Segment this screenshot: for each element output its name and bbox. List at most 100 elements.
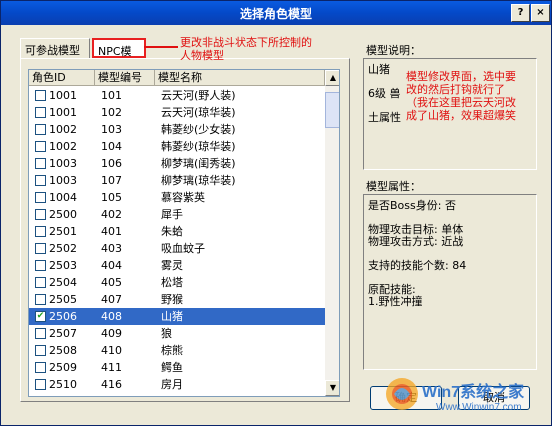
scroll-up-button[interactable]: ▲ bbox=[325, 70, 339, 86]
table-row[interactable]: 2505 407 野猴 bbox=[29, 291, 325, 308]
role-id-cell: 1002 bbox=[49, 140, 77, 153]
row-checkbox[interactable] bbox=[35, 175, 46, 186]
table-row[interactable]: 2510 416 房月 bbox=[29, 376, 325, 393]
table-row[interactable]: 2501 401 朱蛤 bbox=[29, 223, 325, 240]
tab-npc-models[interactable]: NPC模型 bbox=[92, 38, 146, 74]
annotation-right-line: 模型修改界面，选中要 bbox=[406, 70, 516, 83]
row-checkbox[interactable] bbox=[35, 90, 46, 101]
role-id-cell: 2501 bbox=[49, 225, 77, 238]
model-number-cell: 407 bbox=[101, 293, 122, 306]
header-model-number[interactable]: 模型编号 bbox=[95, 70, 155, 86]
model-name-cell: 鳄鱼 bbox=[161, 361, 183, 374]
annotation-right: 模型修改界面，选中要 改的然后打钩就行了 （我在这里把云天河改 成了山猪，效果超… bbox=[406, 70, 516, 122]
row-checkbox[interactable] bbox=[35, 260, 46, 271]
model-number-cell: 410 bbox=[101, 344, 122, 357]
model-name-cell: 慕容紫英 bbox=[161, 191, 205, 204]
table-row[interactable]: 2504 405 松塔 bbox=[29, 274, 325, 291]
row-checkbox[interactable]: ✔ bbox=[35, 311, 46, 322]
table-row[interactable]: 1002 104 韩菱纱(琼华装) bbox=[29, 138, 325, 155]
role-id-cell: 2508 bbox=[49, 344, 77, 357]
watermark-url: Www.Winwin7.com bbox=[436, 402, 522, 413]
table-row[interactable]: 2500 402 犀手 bbox=[29, 206, 325, 223]
model-name-cell: 棕熊 bbox=[161, 344, 183, 357]
description-label: 模型说明： bbox=[366, 44, 421, 57]
vertical-scrollbar[interactable]: ▲ ▼ bbox=[325, 70, 339, 396]
model-name-cell: 吸血蚊子 bbox=[161, 242, 205, 255]
model-number-cell: 411 bbox=[101, 361, 122, 374]
role-id-cell: 2506 bbox=[49, 310, 77, 323]
model-name-cell: 山猪 bbox=[161, 310, 183, 323]
watermark-brand: Win7系统之家 bbox=[422, 384, 525, 401]
scroll-thumb[interactable] bbox=[325, 92, 339, 128]
row-checkbox[interactable] bbox=[35, 328, 46, 339]
header-role-id[interactable]: 角色ID bbox=[29, 70, 95, 86]
tab-playable-models[interactable]: 可参战模型 bbox=[20, 38, 90, 58]
annotation-arrow bbox=[144, 46, 178, 48]
model-list[interactable]: 角色ID 模型编号 模型名称 1001 101 云天河(野人装) 1001 102 云天河… bbox=[28, 69, 340, 397]
window-title: 选择角色模型 bbox=[239, 7, 312, 21]
model-name-cell: 韩菱纱(琼华装) bbox=[161, 140, 236, 153]
annotation-right-line: （我在这里把云天河改 bbox=[406, 96, 516, 109]
annotation-top: 更改非战斗状态下所控制的 人物模型 bbox=[180, 36, 312, 62]
role-id-cell: 2510 bbox=[49, 378, 77, 391]
role-id-cell: 2505 bbox=[49, 293, 77, 306]
row-checkbox[interactable] bbox=[35, 141, 46, 152]
title-bar[interactable]: 选择角色模型 ? × bbox=[1, 1, 551, 25]
attribute-line: 是否Boss身份: 否 bbox=[368, 199, 456, 212]
table-row[interactable]: 1004 105 慕容紫英 bbox=[29, 189, 325, 206]
model-number-cell: 403 bbox=[101, 242, 122, 255]
row-checkbox[interactable] bbox=[35, 294, 46, 305]
role-id-cell: 2509 bbox=[49, 361, 77, 374]
row-checkbox[interactable] bbox=[35, 107, 46, 118]
table-row[interactable]: 2509 411 鳄鱼 bbox=[29, 359, 325, 376]
attribute-line: 1.野性冲撞 bbox=[368, 295, 423, 308]
model-number-cell: 106 bbox=[101, 157, 122, 170]
table-row[interactable]: 2502 403 吸血蚊子 bbox=[29, 240, 325, 257]
table-row[interactable]: 1001 101 云天河(野人装) bbox=[29, 87, 325, 104]
row-checkbox[interactable] bbox=[35, 158, 46, 169]
table-row[interactable]: 2508 410 棕熊 bbox=[29, 342, 325, 359]
role-id-cell: 1001 bbox=[49, 106, 77, 119]
help-button[interactable]: ? bbox=[511, 4, 530, 22]
table-row[interactable]: 1003 106 柳梦璃(闺秀装) bbox=[29, 155, 325, 172]
row-checkbox[interactable] bbox=[35, 379, 46, 390]
row-checkbox[interactable] bbox=[35, 209, 46, 220]
table-row[interactable]: 2503 404 雾灵 bbox=[29, 257, 325, 274]
table-row[interactable]: 1003 107 柳梦璃(琼华装) bbox=[29, 172, 325, 189]
model-number-cell: 402 bbox=[101, 208, 122, 221]
role-id-cell: 1003 bbox=[49, 157, 77, 170]
model-name-cell: 松塔 bbox=[161, 276, 183, 289]
model-name-cell: 柳梦璃(琼华装) bbox=[161, 174, 236, 187]
row-checkbox[interactable] bbox=[35, 345, 46, 356]
role-id-cell: 1004 bbox=[49, 191, 77, 204]
header-model-name[interactable]: 模型名称 bbox=[155, 70, 325, 86]
model-name-cell: 柳梦璃(闺秀装) bbox=[161, 157, 236, 170]
description-line: 土属性 bbox=[368, 111, 401, 124]
attributes-label: 模型属性： bbox=[366, 180, 421, 193]
model-name-cell: 韩菱纱(少女装) bbox=[161, 123, 236, 136]
description-line: 山猪 bbox=[368, 63, 390, 76]
table-row[interactable]: 2507 409 狼 bbox=[29, 325, 325, 342]
model-number-cell: 103 bbox=[101, 123, 122, 136]
row-checkbox[interactable] bbox=[35, 124, 46, 135]
scroll-down-button[interactable]: ▼ bbox=[325, 380, 339, 396]
row-checkbox[interactable] bbox=[35, 192, 46, 203]
role-id-cell: 2504 bbox=[49, 276, 77, 289]
close-button[interactable]: × bbox=[531, 4, 550, 22]
attribute-line: 支持的技能个数: 84 bbox=[368, 259, 467, 272]
model-number-cell: 105 bbox=[101, 191, 122, 204]
row-checkbox[interactable] bbox=[35, 226, 46, 237]
table-row[interactable]: ✔ 2506 408 山猪 bbox=[29, 308, 325, 325]
model-name-cell: 云天河(琼华装) bbox=[161, 106, 236, 119]
table-row[interactable]: 1002 103 韩菱纱(少女装) bbox=[29, 121, 325, 138]
model-number-cell: 408 bbox=[101, 310, 122, 323]
table-row[interactable]: 1001 102 云天河(琼华装) bbox=[29, 104, 325, 121]
model-name-cell: 朱蛤 bbox=[161, 225, 183, 238]
annotation-right-line: 成了山猪，效果超爆笑 bbox=[406, 109, 516, 122]
row-checkbox[interactable] bbox=[35, 362, 46, 373]
row-checkbox[interactable] bbox=[35, 277, 46, 288]
row-checkbox[interactable] bbox=[35, 243, 46, 254]
annotation-right-line: 改的然后打钩就行了 bbox=[406, 83, 505, 96]
role-id-cell: 2502 bbox=[49, 242, 77, 255]
model-number-cell: 104 bbox=[101, 140, 122, 153]
